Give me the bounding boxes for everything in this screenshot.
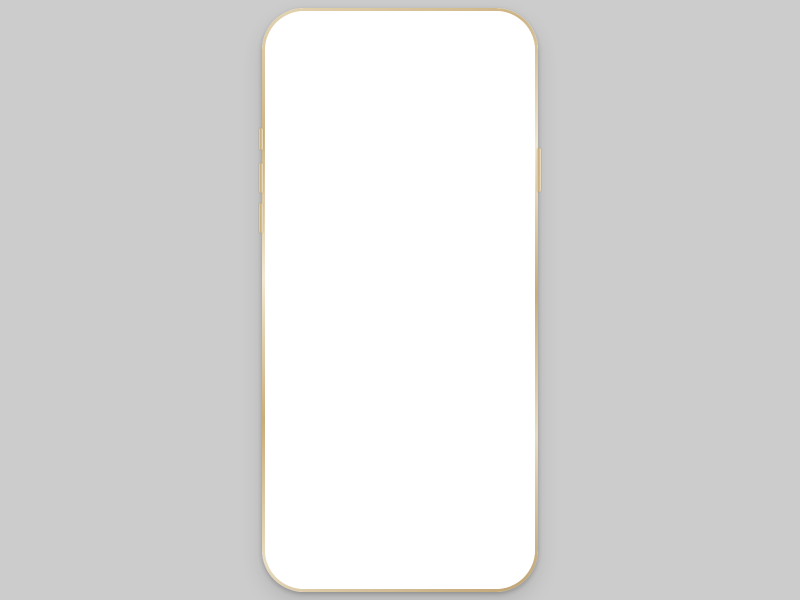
list-item[interactable]: English ›: [285, 185, 515, 233]
placeholder-flag-icon: [297, 341, 320, 365]
language-name-label: Italian: [331, 395, 361, 408]
language-name-label: German: [331, 347, 371, 360]
signal-strength-icon: [288, 91, 314, 96]
phone-screen: BELL 4:20 PM 100% Which language would y…: [282, 84, 518, 528]
volume-up-button[interactable]: [259, 163, 263, 193]
chevron-right-icon: ›: [501, 298, 505, 311]
close-icon[interactable]: [290, 106, 310, 126]
page-title: Which language would you like to learn?: [307, 137, 493, 167]
chevron-right-icon: ›: [501, 346, 505, 359]
chevron-right-icon: ›: [501, 443, 505, 456]
status-bar-time: 4:20 PM: [382, 88, 418, 99]
placeholder-flag-icon: [297, 293, 320, 317]
power-button[interactable]: [537, 148, 541, 192]
front-camera-icon: [396, 35, 404, 43]
wifi-icon: [342, 88, 352, 99]
language-card: English › French › Spanish › German › Italian › Ja…: [285, 185, 515, 522]
card-pointer-triangle: [392, 176, 408, 185]
language-list: English › French › Spanish › German › Italian › Ja…: [285, 185, 515, 522]
list-item[interactable]: French ›: [285, 233, 515, 281]
status-bar-left: BELL: [288, 88, 383, 99]
language-name-label: Russian: [331, 491, 371, 504]
chevron-right-icon: ›: [501, 491, 505, 504]
status-bar-right: 100%: [417, 88, 515, 100]
language-name-label: English: [331, 203, 368, 216]
battery-icon: [494, 89, 515, 98]
volume-down-button[interactable]: [259, 203, 263, 233]
earpiece-speaker-icon: [378, 53, 422, 60]
list-item[interactable]: Spanish ›: [285, 281, 515, 329]
phone-body: BELL 4:20 PM 100% Which language would y…: [262, 8, 538, 592]
placeholder-flag-icon: [297, 390, 320, 414]
chevron-right-icon: ›: [501, 395, 505, 408]
placeholder-flag-icon: [297, 438, 320, 462]
status-bar: BELL 4:20 PM 100%: [282, 84, 518, 103]
chevron-right-icon: ›: [501, 202, 505, 215]
list-item[interactable]: Japanese ›: [285, 425, 515, 474]
language-name-label: French: [331, 251, 366, 264]
list-item[interactable]: German ›: [285, 329, 515, 377]
placeholder-flag-icon: [297, 486, 320, 510]
phone-device: BELL 4:20 PM 100% Which language would y…: [259, 8, 541, 592]
placeholder-flag-icon: [297, 245, 320, 269]
carrier-label: BELL: [317, 88, 340, 99]
mute-switch[interactable]: [259, 128, 263, 150]
bluetooth-icon: [459, 88, 465, 100]
placeholder-flag-icon: [297, 197, 320, 221]
battery-percent-label: 100%: [467, 88, 492, 99]
proximity-sensor-icon: [368, 56, 372, 60]
language-name-label: Japanese: [331, 443, 379, 456]
list-item[interactable]: Italian ›: [285, 377, 515, 426]
home-button[interactable]: [373, 514, 431, 572]
language-name-label: Spanish: [331, 299, 371, 312]
chevron-right-icon: ›: [501, 250, 505, 263]
